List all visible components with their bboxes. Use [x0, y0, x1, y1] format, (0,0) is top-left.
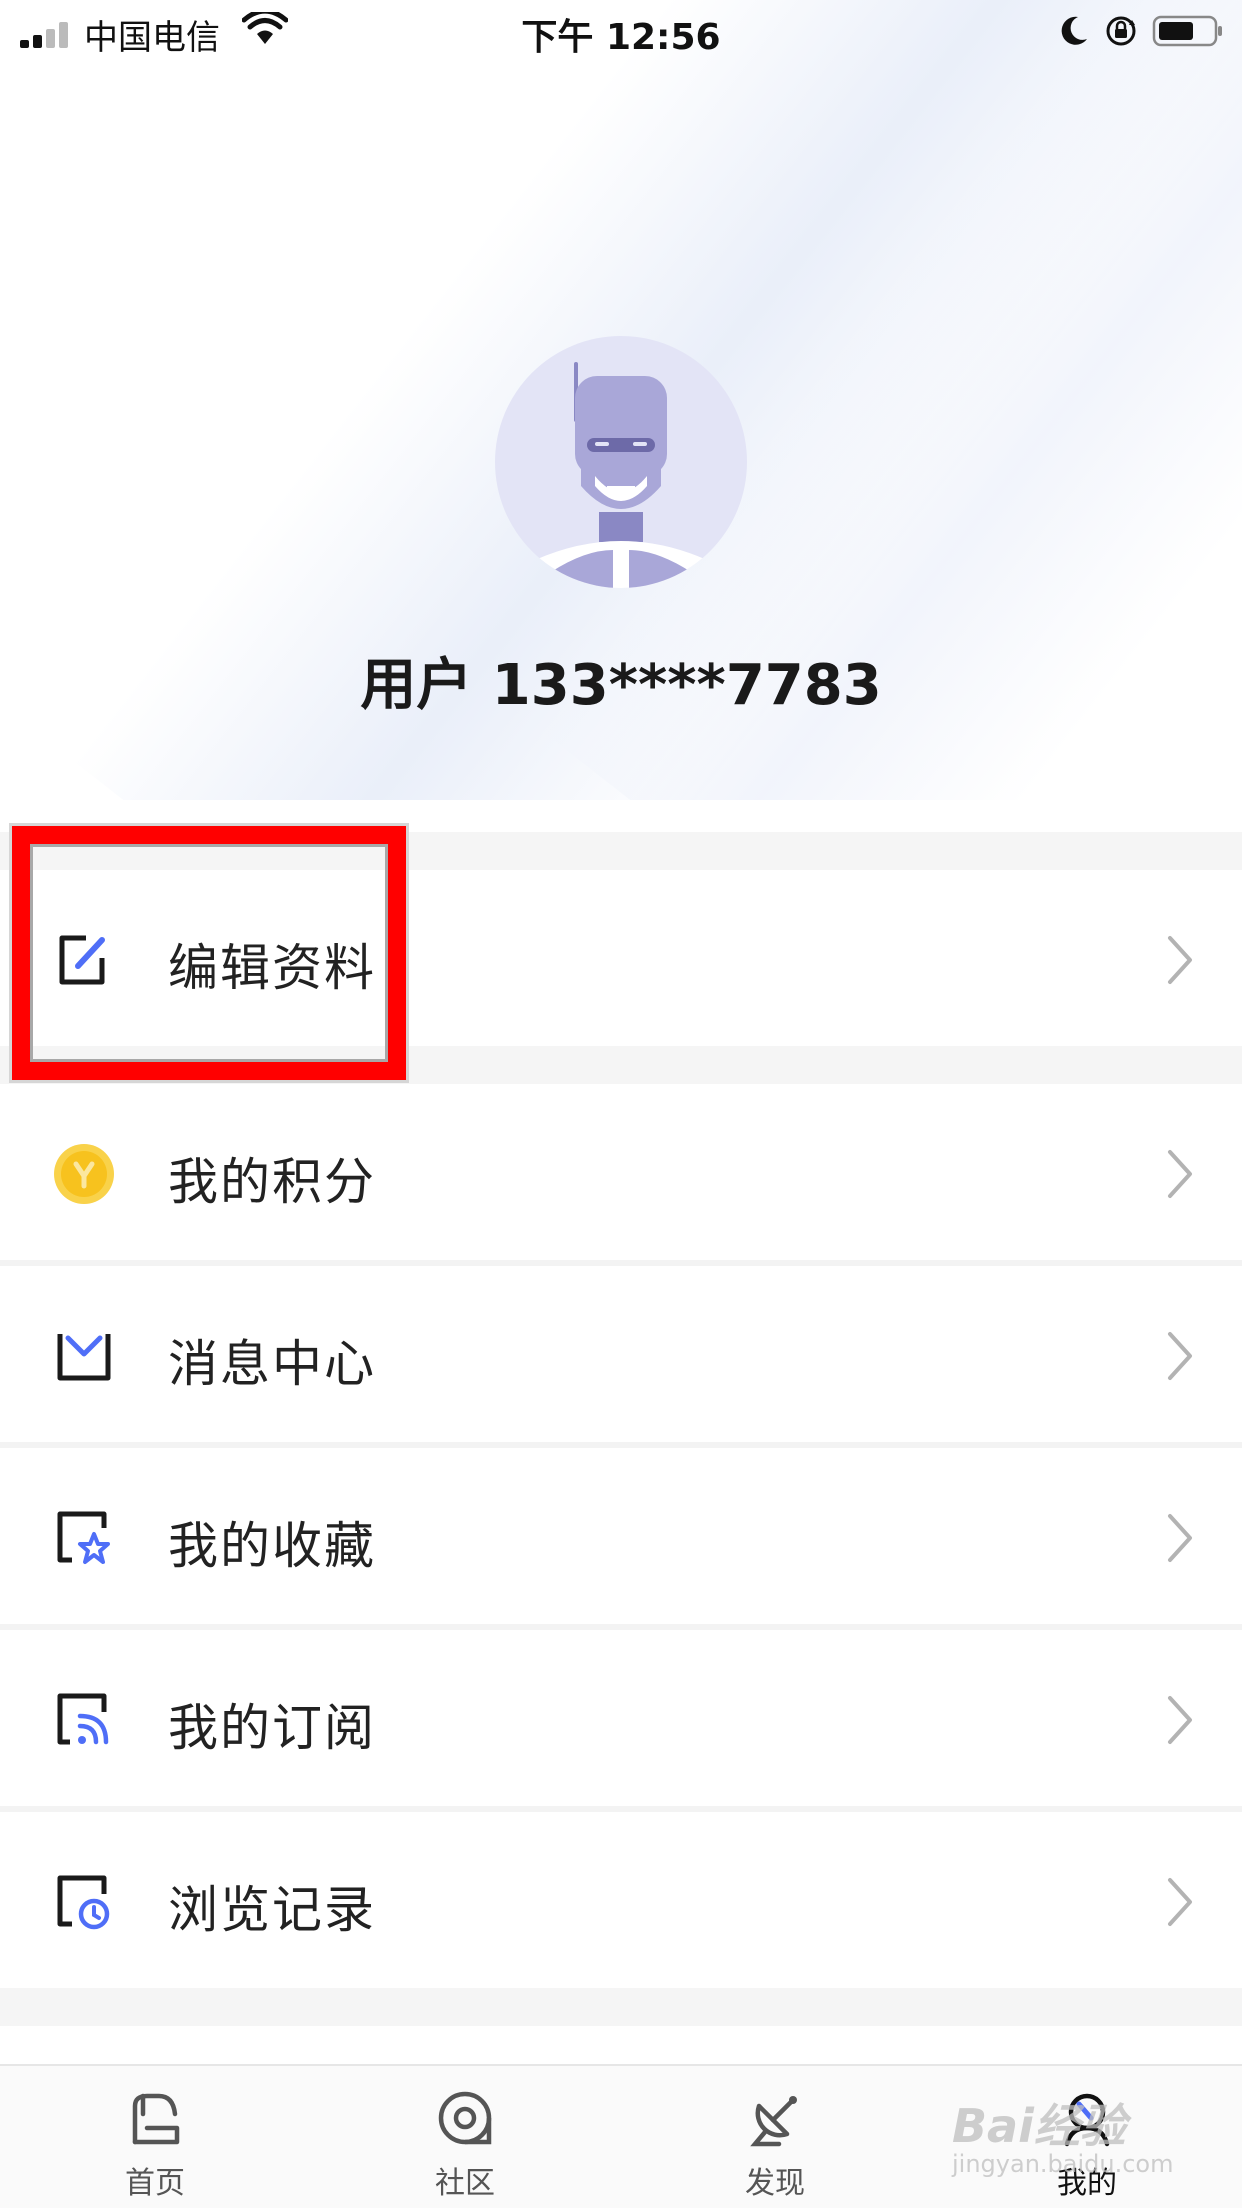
rss-subscription-icon [57, 1693, 109, 1745]
robot-avatar-icon [535, 362, 707, 588]
tab-home[interactable]: 首页 [55, 2066, 255, 2208]
chevron-right-icon [1168, 1696, 1192, 1744]
highlight-annotation-box [12, 826, 406, 1080]
chevron-right-icon [1168, 1514, 1192, 1562]
community-icon [438, 2091, 492, 2145]
chevron-right-icon [1168, 1150, 1192, 1198]
tab-label: 首页 [125, 2166, 185, 2201]
coin-icon [54, 1144, 114, 1204]
menu-item-label: 我的积分 [168, 1153, 376, 1211]
watermark: Bai经验 jingyan.baidu.com [952, 2090, 1173, 2178]
menu-item-label: 我的订阅 [168, 1699, 376, 1757]
tab-discover[interactable]: 发现 [675, 2066, 875, 2208]
history-clock-icon [57, 1875, 110, 1930]
status-bar: 中国电信 下午 12:56 [0, 0, 1242, 62]
menu-item-my-subscriptions[interactable]: 我的订阅 [0, 1630, 1242, 1806]
star-bookmark-icon [57, 1511, 110, 1564]
menu-item-my-favorites[interactable]: 我的收藏 [0, 1448, 1242, 1624]
username: 用户 133****7783 [360, 653, 882, 718]
rotation-lock-icon [1106, 16, 1136, 46]
chevron-right-icon [1168, 1332, 1192, 1380]
menu-item-label: 消息中心 [168, 1335, 376, 1393]
moon-icon [1061, 16, 1087, 45]
tab-label: 发现 [745, 2166, 805, 2201]
discover-satellite-icon [750, 2096, 797, 2147]
battery-icon [1152, 15, 1222, 47]
menu-item-message-center[interactable]: 消息中心 [0, 1266, 1242, 1442]
tab-label: 社区 [435, 2166, 495, 2201]
watermark-url: jingyan.baidu.com [952, 2150, 1174, 2178]
section-gap [0, 1988, 1242, 2026]
menu-item-label: 我的收藏 [168, 1517, 376, 1575]
watermark-brand: Bai经验 [952, 2099, 1126, 2153]
chevron-right-icon [1168, 936, 1192, 984]
home-icon [132, 2093, 180, 2145]
avatar[interactable] [495, 336, 747, 588]
menu-item-browsing-history[interactable]: 浏览记录 [0, 1812, 1242, 1988]
mail-icon [57, 1334, 111, 1381]
menu-item-my-points[interactable]: 我的积分 [0, 1084, 1242, 1260]
menu-item-label: 浏览记录 [168, 1881, 376, 1939]
tab-community[interactable]: 社区 [365, 2066, 565, 2208]
chevron-right-icon [1168, 1878, 1192, 1926]
